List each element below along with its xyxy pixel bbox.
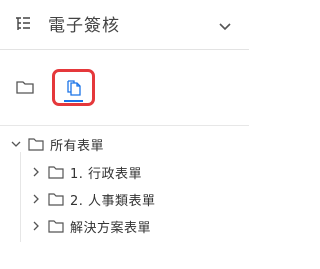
folder-icon bbox=[48, 193, 64, 206]
tree-node-hr-forms[interactable]: 2. 人事類表單 bbox=[30, 187, 156, 211]
copy-view-button[interactable] bbox=[52, 69, 95, 106]
folder-icon bbox=[48, 220, 64, 233]
tree-node-admin-forms[interactable]: 1. 行政表單 bbox=[30, 160, 142, 184]
divider bbox=[0, 125, 249, 126]
chevron-down-icon[interactable] bbox=[218, 22, 232, 32]
tree-node-label: 解決方案表單 bbox=[70, 220, 152, 236]
tree-node-solution-forms[interactable]: 解決方案表單 bbox=[30, 214, 151, 238]
tree-guide-line bbox=[20, 152, 21, 242]
panel-header: 電子簽核 bbox=[0, 0, 249, 50]
chevron-right-icon[interactable] bbox=[30, 193, 42, 205]
chevron-down-icon[interactable] bbox=[10, 138, 22, 150]
panel-title: 電子簽核 bbox=[48, 16, 120, 36]
active-tab-indicator bbox=[64, 100, 83, 102]
toolbar bbox=[0, 50, 249, 110]
tree-node-label: 所有表單 bbox=[50, 138, 105, 154]
chevron-right-icon[interactable] bbox=[30, 166, 42, 178]
tree-root-all-forms[interactable]: 所有表單 bbox=[10, 132, 104, 156]
list-tree-icon bbox=[16, 17, 30, 30]
folder-icon bbox=[28, 138, 44, 151]
chevron-right-icon[interactable] bbox=[30, 220, 42, 232]
tree-node-label: 2. 人事類表單 bbox=[70, 193, 156, 209]
folder-icon bbox=[16, 81, 34, 94]
folder-icon bbox=[48, 166, 64, 179]
tree-node-label: 1. 行政表單 bbox=[70, 166, 143, 182]
folder-view-button[interactable] bbox=[14, 76, 36, 98]
copy-documents-icon bbox=[67, 80, 81, 96]
